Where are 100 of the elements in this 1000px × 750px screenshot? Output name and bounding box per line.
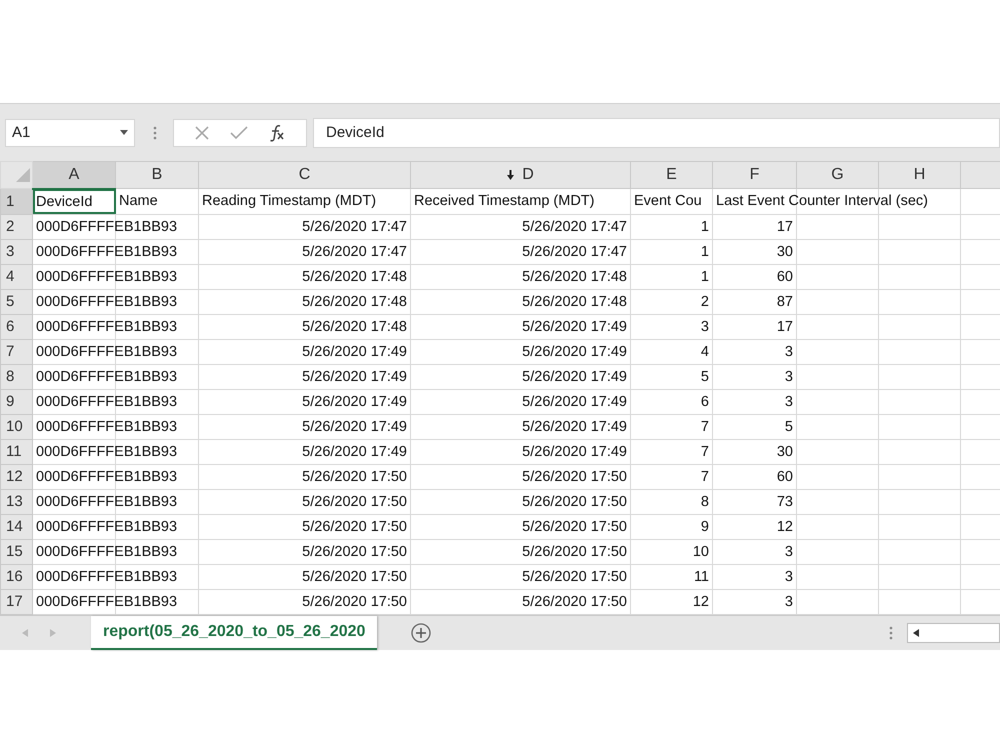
row-header[interactable]: 6 [0,314,32,339]
table-cell: 5/26/2020 17:50 [302,544,407,560]
row-header[interactable]: 2 [0,214,32,239]
column-header[interactable]: F [712,162,796,188]
scroll-left-icon[interactable] [913,628,919,636]
table-cell: 5/26/2020 17:49 [522,394,627,410]
table-cell: 000D6FFFFEB1BB93 [36,468,178,484]
formula-value: DeviceId [326,124,384,141]
column-header[interactable]: G [796,162,878,188]
column-header[interactable]: A [32,162,116,188]
column-header[interactable]: E [630,162,712,188]
table-cell: 5/26/2020 17:50 [522,594,627,610]
table-cell: 2 [700,294,709,310]
cancel-icon[interactable] [194,124,210,140]
grip-icon[interactable] [153,126,157,140]
table-cell: 1 [700,268,709,284]
row-header[interactable]: 11 [0,439,32,464]
row-header[interactable]: 4 [0,264,32,289]
table-cell: 000D6FFFFEB1BB93 [36,268,178,284]
function-icon[interactable] [268,124,286,142]
next-sheet-icon[interactable] [50,628,56,636]
column-header[interactable]: H [878,162,960,188]
table-cell: 30 [776,444,793,460]
table-cell: 000D6FFFFEB1BB93 [36,494,178,510]
grip-icon[interactable] [889,626,893,640]
checkmark-icon[interactable] [230,126,248,140]
table-cell: 3 [784,568,793,584]
table-cell: 000D6FFFFEB1BB93 [36,418,178,434]
table-cell: 3 [784,394,793,410]
row-header[interactable]: 13 [0,489,32,514]
table-cell: 000D6FFFFEB1BB93 [36,218,178,234]
row-header[interactable]: 8 [0,364,32,389]
table-cell: 5/26/2020 17:47 [522,218,627,234]
table-cell: 5/26/2020 17:48 [522,294,627,310]
table-cell: 5/26/2020 17:47 [302,244,407,260]
table-cell: 5/26/2020 17:48 [522,268,627,284]
add-sheet-icon[interactable] [411,622,432,642]
table-cell: 7 [700,468,709,484]
table-cell: 3 [784,344,793,360]
table-cell: 5/26/2020 17:49 [302,394,407,410]
table-cell: 5/26/2020 17:49 [522,318,627,334]
table-cell: 000D6FFFFEB1BB93 [36,568,178,584]
table-cell: 30 [776,244,793,260]
column-header[interactable]: D [410,162,630,188]
caret-icon[interactable] [120,130,128,135]
column-title: Received Timestamp (MDT) [414,193,594,210]
table-cell: 5/26/2020 17:50 [522,518,627,534]
row-header[interactable]: 16 [0,564,32,589]
row-header[interactable]: 17 [0,589,32,614]
table-cell: 7 [700,418,709,434]
table-cell: 11 [694,568,709,584]
table-cell: 73 [776,494,793,510]
column-header[interactable]: C [198,162,410,188]
table-cell: 8 [700,494,709,510]
table-cell: 000D6FFFFEB1BB93 [36,394,178,410]
sheet-tab[interactable]: report(05_26_2020_to_05_26_2020 [91,616,378,650]
cell-reference: A1 [12,124,30,141]
row-header[interactable]: 10 [0,414,32,439]
table-cell: 5/26/2020 17:48 [302,268,407,284]
row-header[interactable]: 5 [0,289,32,314]
row-header[interactable]: 1 [0,188,32,214]
table-cell: 87 [776,294,793,310]
row-header[interactable]: 15 [0,539,32,564]
table-cell: 5/26/2020 17:48 [302,318,407,334]
table-cell: 5/26/2020 17:49 [302,444,407,460]
formula-bar[interactable]: DeviceId [313,118,1000,148]
table-cell: 4 [700,344,709,360]
column-title: Name [119,193,158,210]
name-box[interactable]: A1 [5,118,135,146]
table-cell: 5/26/2020 17:49 [522,418,627,434]
table-cell: 000D6FFFFEB1BB93 [36,544,178,560]
active-cell[interactable]: DeviceId [32,188,116,214]
column-header[interactable]: B [116,162,198,188]
horizontal-scrollbar[interactable] [907,622,1000,642]
table-cell: 5 [700,368,709,384]
table-cell: 5/26/2020 17:49 [302,344,407,360]
table-cell: 12 [776,518,793,534]
table-cell: 3 [784,368,793,384]
sort-arrow-icon[interactable] [507,170,514,180]
table-cell: 5/26/2020 17:50 [522,468,627,484]
select-all-icon[interactable] [16,168,30,182]
column-title: Last Event Counter Interval (sec) [716,193,928,210]
row-header[interactable]: 14 [0,514,32,539]
column-title: Reading Timestamp (MDT) [202,193,376,210]
row-header[interactable]: 7 [0,339,32,364]
table-cell: 000D6FFFFEB1BB93 [36,294,178,310]
previous-sheet-icon[interactable] [22,628,28,636]
table-cell: 000D6FFFFEB1BB93 [36,594,178,610]
table-cell: 60 [776,468,793,484]
row-header[interactable]: 3 [0,239,32,264]
table-cell: 000D6FFFFEB1BB93 [36,368,178,384]
row-header[interactable]: 9 [0,389,32,414]
table-cell: 10 [692,544,709,560]
table-cell: 5/26/2020 17:49 [522,344,627,360]
table-cell: 17 [776,318,793,334]
table-cell: 1 [700,218,709,234]
table-cell: 5/26/2020 17:50 [302,494,407,510]
row-header[interactable]: 12 [0,464,32,489]
table-cell: 7 [700,444,709,460]
table-cell: 5/26/2020 17:50 [522,544,627,560]
